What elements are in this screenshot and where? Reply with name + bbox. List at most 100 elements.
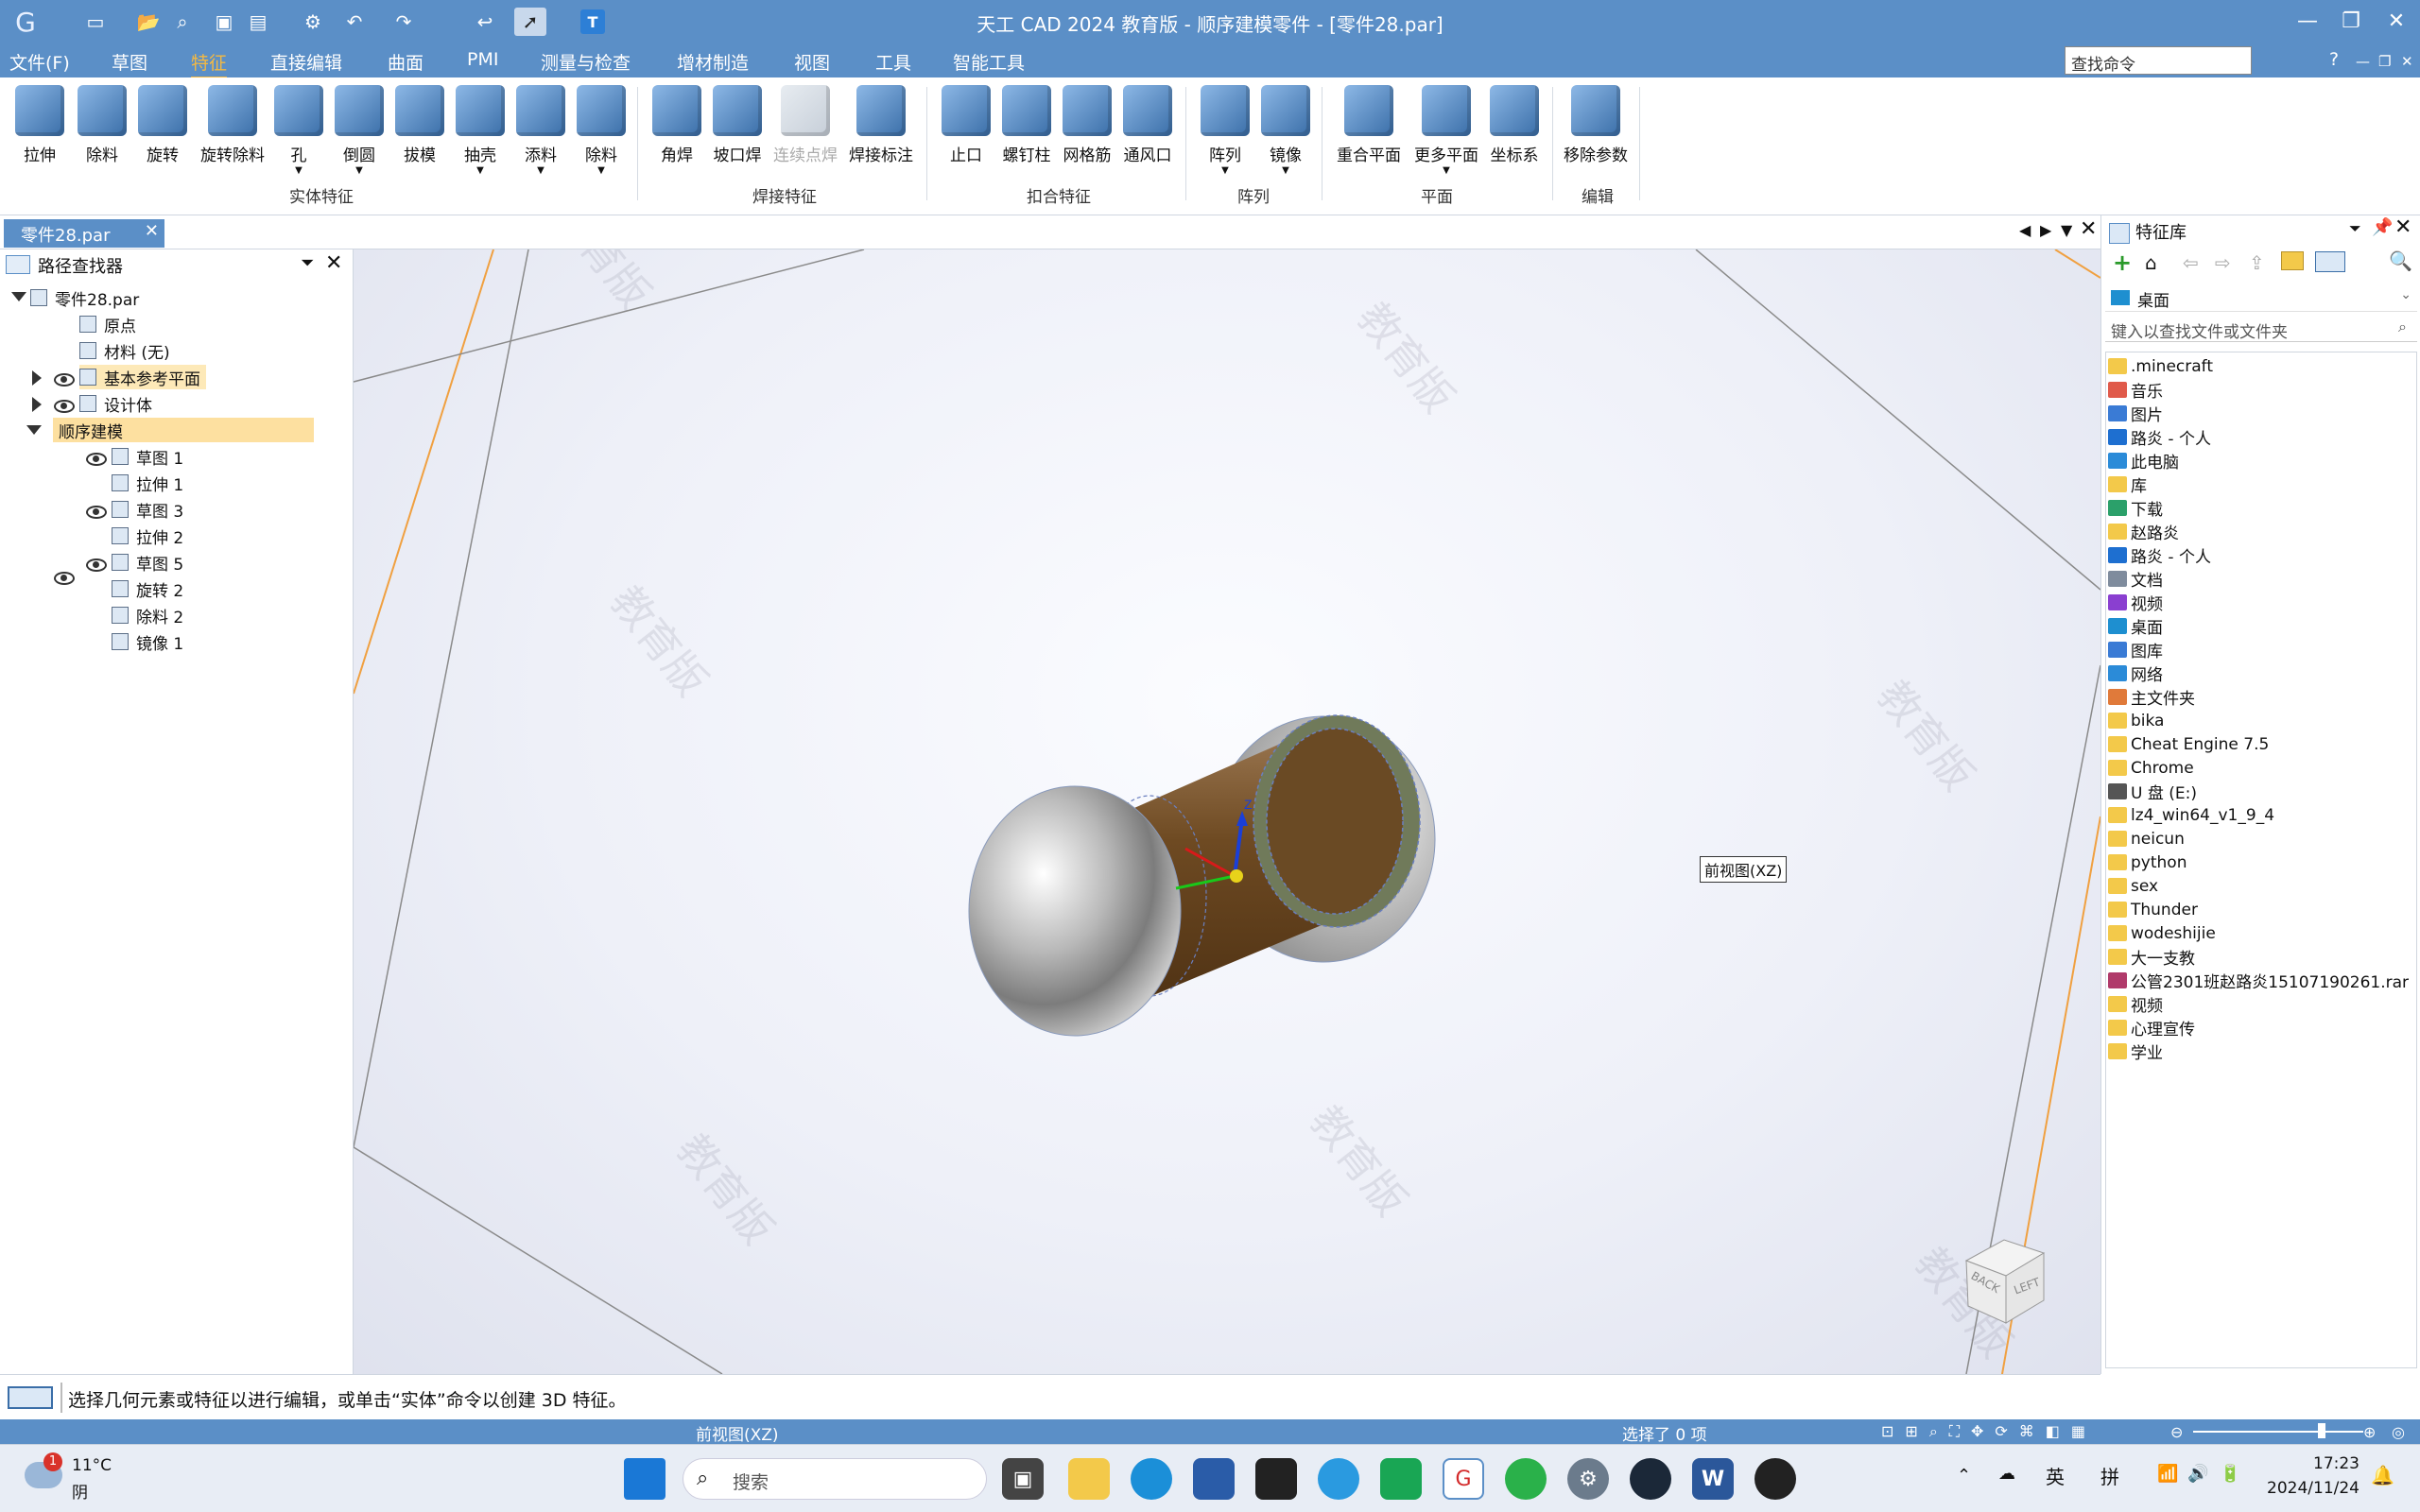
visibility-eye-icon[interactable] — [86, 506, 107, 519]
library-list-item[interactable]: Cheat Engine 7.5 — [2108, 732, 2269, 756]
library-list-item[interactable]: wodeshijie — [2108, 921, 2216, 945]
library-list-item[interactable]: 网络 — [2108, 662, 2163, 685]
add-icon[interactable]: + — [2113, 249, 2132, 276]
expand-ref-planes-icon[interactable] — [32, 370, 42, 386]
add-material-button[interactable]: 添料 ▼ — [509, 85, 573, 176]
task-view-icon[interactable]: ▣ — [1002, 1458, 1044, 1500]
zoom-fit-icon[interactable]: ⊞ — [1905, 1422, 1917, 1441]
coordinate-system-button[interactable]: 坐标系 — [1480, 85, 1548, 165]
cut-button[interactable]: 除料 — [70, 85, 134, 165]
document-tab[interactable]: 零件28.par ✕ — [4, 219, 164, 248]
3d-viewport[interactable]: 教育版 教育版 教育版 教育版 教育版 教育版 教育版 Z 前视图(XZ) BA… — [354, 249, 2100, 1374]
search-files-icon[interactable]: 🔍 — [2389, 249, 2412, 272]
library-list-item[interactable]: lz4_win64_v1_9_4 — [2108, 803, 2274, 827]
menu-additive[interactable]: 增材制造 — [677, 49, 749, 75]
revolve-cut-button[interactable]: 旋转除料 — [195, 85, 270, 165]
library-list-item[interactable]: sex — [2108, 874, 2158, 898]
onedrive-icon[interactable]: ☁ — [1998, 1464, 2015, 1484]
shading-icon[interactable]: ◧ — [2046, 1422, 2060, 1441]
ime-lang[interactable]: 英 — [2046, 1462, 2065, 1489]
notification-bell-icon[interactable]: 🔔 — [2371, 1464, 2394, 1486]
help-icon[interactable]: ? — [2329, 49, 2339, 70]
taskbar-search[interactable]: ⌕ 搜索 — [683, 1458, 987, 1500]
revolve-button[interactable]: 旋转 — [130, 85, 195, 165]
minimize-icon[interactable]: — — [2286, 6, 2329, 38]
up-folder-icon[interactable]: ⇪ — [2249, 251, 2265, 274]
tab-scroll-right-icon[interactable]: ▶ — [2040, 221, 2051, 239]
menu-direct-edit[interactable]: 直接编辑 — [270, 49, 342, 75]
new-folder-icon[interactable] — [2281, 251, 2304, 270]
visibility-eye-icon[interactable] — [54, 400, 75, 413]
library-list-item[interactable]: 路炎 - 个人 — [2108, 425, 2211, 449]
remove-material-button[interactable]: 除料 ▼ — [569, 85, 633, 176]
library-list-item[interactable]: 桌面 — [2108, 614, 2163, 638]
steam-icon[interactable] — [1630, 1458, 1671, 1500]
expand-design-body-icon[interactable] — [32, 397, 42, 412]
library-list-item[interactable]: 路炎 - 个人 — [2108, 543, 2211, 567]
rotate-icon[interactable]: ⟳ — [1995, 1422, 2007, 1441]
library-list-item[interactable]: .minecraft — [2108, 354, 2213, 378]
library-list-item[interactable]: 主文件夹 — [2108, 685, 2195, 709]
tiangong-cad-icon[interactable]: G — [1443, 1458, 1484, 1500]
pane-close-icon[interactable]: ✕ — [325, 251, 342, 275]
pin-icon[interactable]: 📌 — [2372, 217, 2393, 237]
more-planes-button[interactable]: 更多平面 ▼ — [1407, 85, 1486, 176]
tree-feature-extrude1[interactable]: 拉伸 1 — [112, 471, 183, 495]
stitch-weld-button[interactable]: 连续点焊 — [769, 85, 841, 165]
menu-measure[interactable]: 测量与检查 — [541, 49, 631, 75]
weld-label-button[interactable]: 焊接标注 — [843, 85, 919, 165]
menu-smart-tools[interactable]: 智能工具 — [953, 49, 1025, 75]
tree-feature-sketch5[interactable]: 草图 5 — [112, 550, 183, 575]
library-list-item[interactable]: 公管2301班赵路炎15107190261.rar — [2108, 969, 2409, 992]
library-list-item[interactable]: Chrome — [2108, 756, 2194, 780]
word-icon[interactable]: W — [1692, 1458, 1734, 1500]
visibility-eye-icon[interactable] — [86, 453, 107, 466]
library-list-item[interactable]: 心理宣传 — [2108, 1016, 2195, 1040]
tree-item-ordered-modeling[interactable]: 顺序建模 — [53, 418, 314, 442]
style-icon[interactable]: ▦ — [2071, 1422, 2085, 1441]
start-icon[interactable] — [624, 1458, 666, 1500]
library-list-item[interactable]: U 盘 (E:) — [2108, 780, 2197, 803]
library-list-item[interactable]: 下载 — [2108, 496, 2163, 520]
tree-feature-extrude2[interactable]: 拉伸 2 — [112, 524, 183, 548]
library-list-item[interactable]: 图片 — [2108, 402, 2163, 425]
menu-view[interactable]: 视图 — [794, 49, 830, 75]
library-list-item[interactable]: 赵路炎 — [2108, 520, 2179, 543]
collapse-ordered-icon[interactable] — [26, 425, 42, 435]
pane-close-icon[interactable]: ✕ — [2394, 215, 2411, 239]
view-orient-icon[interactable]: ⌘ — [2019, 1422, 2034, 1441]
settings-app-icon[interactable]: ⚙ — [1567, 1458, 1609, 1500]
tree-feature-sketch3[interactable]: 草图 3 — [112, 497, 183, 522]
view-mode-icon[interactable] — [2315, 251, 2345, 272]
tree-item-ref-planes[interactable]: 基本参考平面 — [79, 365, 206, 389]
doc-close-icon[interactable]: ✕ — [2401, 53, 2413, 70]
tab-close-icon[interactable]: ✕ — [145, 221, 159, 241]
zoom-slider-handle[interactable] — [2318, 1423, 2325, 1438]
battery-icon[interactable]: 🔋 — [2220, 1464, 2240, 1484]
zoom-reset-icon[interactable]: ◎ — [2392, 1423, 2405, 1441]
coincident-plane-button[interactable]: 重合平面 — [1329, 85, 1409, 165]
wechat-icon[interactable] — [1505, 1458, 1547, 1500]
command-search-input[interactable]: 查找命令 — [2065, 46, 2252, 75]
volume-icon[interactable]: 🔊 — [2187, 1464, 2208, 1484]
unity-icon[interactable] — [1255, 1458, 1297, 1500]
visibility-eye-icon[interactable] — [54, 572, 75, 585]
fillet-weld-button[interactable]: 角焊 — [645, 85, 709, 165]
extrude-button[interactable]: 拉伸 — [8, 85, 72, 165]
visibility-eye-icon[interactable] — [54, 373, 75, 387]
prompt-bar-icon[interactable] — [8, 1386, 53, 1409]
tree-root[interactable]: 零件28.par — [30, 285, 139, 310]
close-document-icon[interactable]: ✕ — [2080, 217, 2097, 241]
restore-icon[interactable]: ❐ — [2329, 6, 2373, 38]
visibility-eye-icon[interactable] — [86, 558, 107, 572]
library-list-item[interactable]: Thunder — [2108, 898, 2198, 921]
forward-arrow-icon[interactable]: ⇨ — [2215, 251, 2231, 274]
library-list-item[interactable]: 学业 — [2108, 1040, 2163, 1063]
remove-params-button[interactable]: 移除参数 — [1558, 85, 1634, 165]
library-search-input[interactable]: 键入以查找文件或文件夹 — [2105, 316, 2417, 342]
tray-expand-icon[interactable]: ⌃ — [1957, 1466, 1971, 1486]
tree-feature-revolve2[interactable]: 旋转 2 — [112, 576, 183, 601]
store-icon[interactable] — [1193, 1458, 1235, 1500]
library-list-item[interactable]: neicun — [2108, 827, 2185, 850]
fit-icon[interactable]: ⛶ — [1949, 1422, 1960, 1441]
